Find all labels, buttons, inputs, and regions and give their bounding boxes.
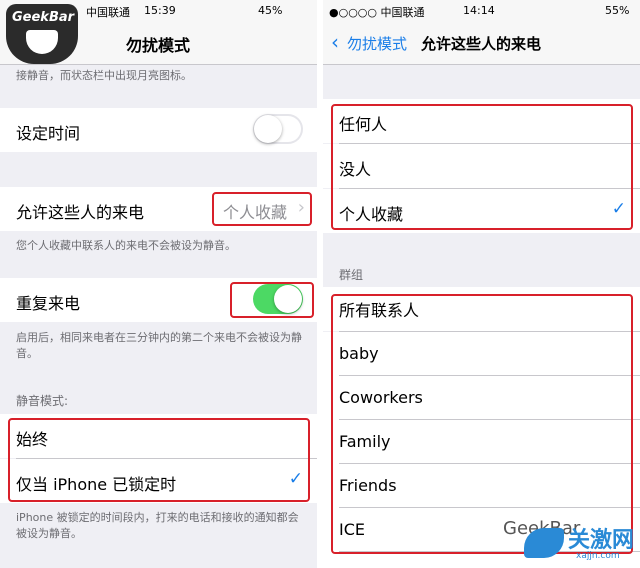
time-label: 14:14	[463, 4, 495, 17]
scheduled-label: 设定时间	[16, 124, 81, 143]
highlight-box	[8, 418, 310, 502]
repeated-calls-label: 重复来电	[16, 294, 81, 313]
switch-knob	[254, 115, 282, 143]
highlight-box	[331, 294, 633, 554]
silence-footer: iPhone 被锁定的时间段内，打来的电话和接收的通知都会被设为静音。	[16, 511, 299, 540]
highlight-box	[331, 104, 633, 230]
logo-text: GeekBar	[12, 10, 75, 25]
bird-icon	[524, 528, 564, 558]
geekbar-logo: GeekBar	[6, 4, 78, 64]
carrier-label: ●○○○○ 中国联通	[329, 6, 425, 19]
battery-label: 45%	[258, 4, 283, 17]
beard-icon	[26, 30, 58, 54]
highlight-box	[230, 282, 314, 318]
right-screen: ●○○○○ 中国联通 14:14 55% ‹ 勿扰模式 允许这些人的来电 任何人…	[323, 0, 640, 568]
silence-header: 静音模式:	[16, 394, 69, 408]
page-title: 勿扰模式	[126, 36, 191, 55]
highlight-box	[212, 192, 312, 226]
intro-text: 接静音，而状态栏中出现月亮图标。	[16, 69, 192, 82]
watermark-title: 关激网	[568, 528, 635, 553]
nav-bar: ‹ 勿扰模式 允许这些人的来电	[323, 20, 640, 65]
carrier-label: 中国联通	[86, 6, 130, 19]
back-button[interactable]: 勿扰模式	[347, 33, 407, 54]
page-title: 允许这些人的来电	[421, 35, 542, 53]
watermark: 关激网 xajjn.com	[520, 518, 640, 568]
status-bar: ●○○○○ 中国联通 14:14 55%	[323, 0, 640, 20]
scheduled-switch[interactable]	[253, 114, 303, 144]
back-chevron-icon[interactable]: ‹	[331, 30, 339, 54]
allow-calls-label: 允许这些人的来电	[16, 203, 145, 222]
groups-header: 群组	[339, 268, 364, 282]
allow-calls-footer: 您个人收藏中联系人的来电不会被设为静音。	[16, 239, 236, 252]
time-label: 15:39	[144, 4, 176, 17]
battery-label: 55%	[605, 4, 630, 17]
left-screen: 中国联通 15:39 45% 勿扰模式 接静音，而状态栏中出现月亮图标。 设定时…	[0, 0, 317, 568]
watermark-url: xajjn.com	[576, 551, 620, 561]
scheduled-row: 设定时间	[0, 108, 317, 152]
repeated-calls-footer: 启用后，相同来电者在三分钟内的第二个来电不会被设为静音。	[16, 331, 302, 360]
